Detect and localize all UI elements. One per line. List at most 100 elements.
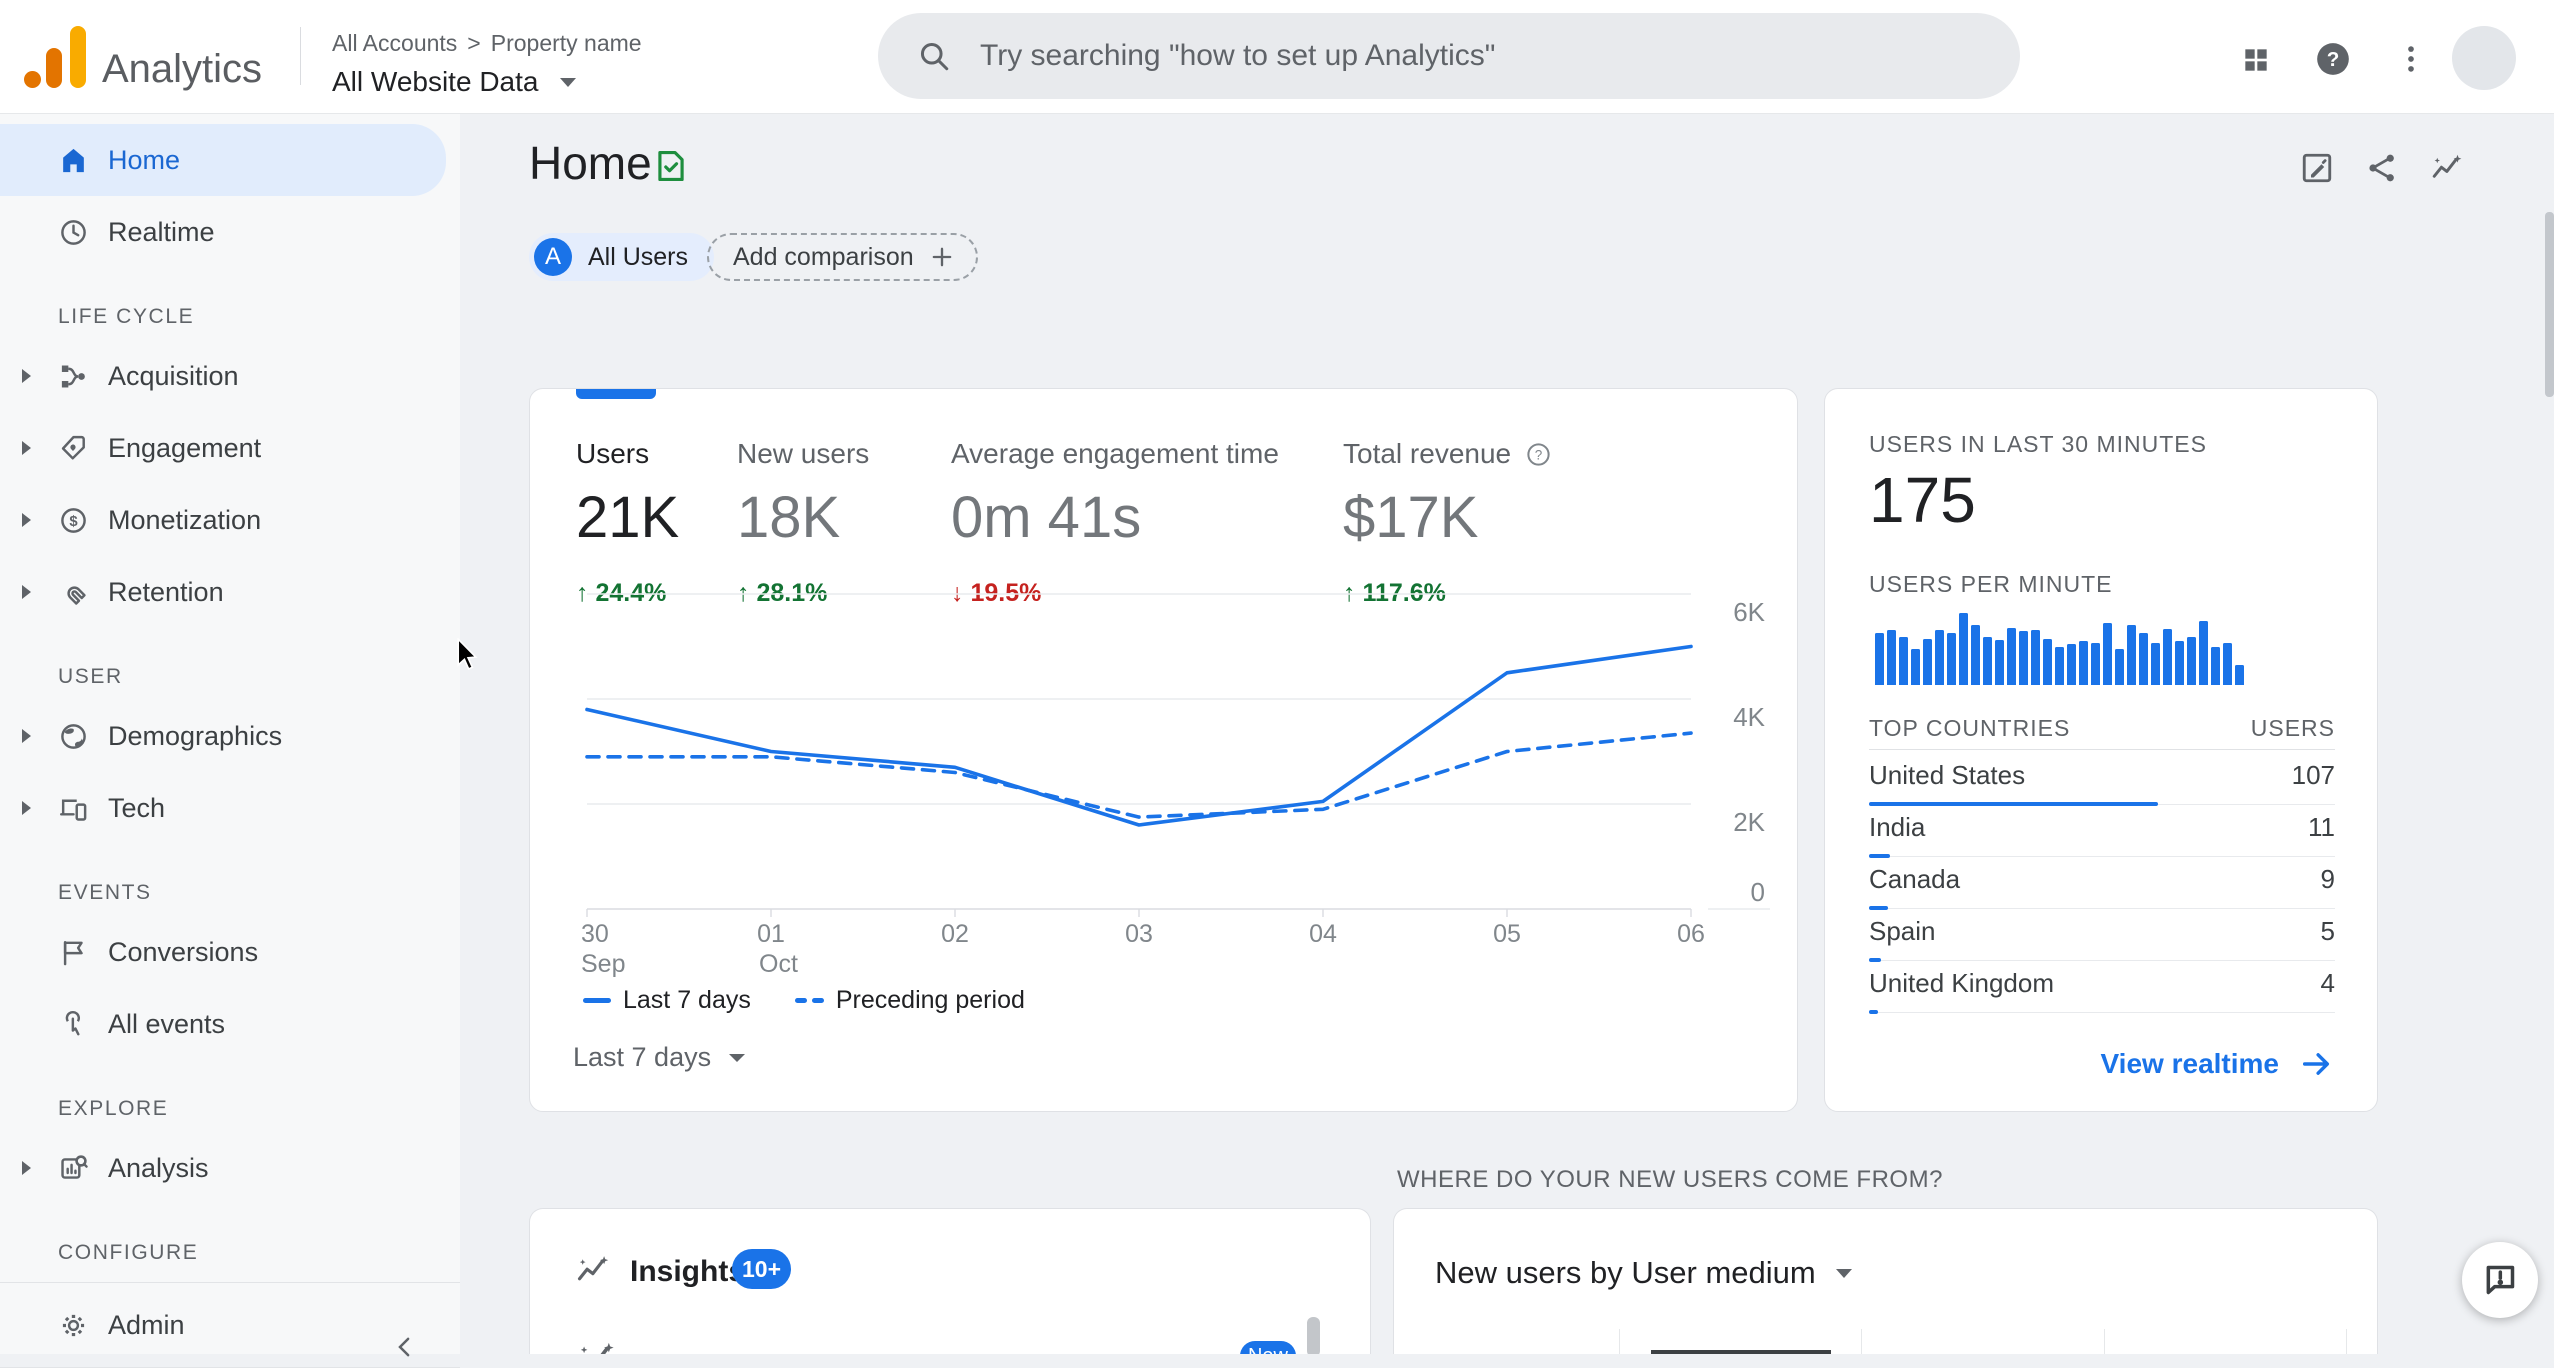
monetization-icon: $ [58,505,89,536]
metric-tab-total-revenue[interactable]: Total revenue? $17K ↑ 117.6% [1343,438,1552,608]
per-minute-bar [2163,629,2172,685]
page-scrollbar[interactable] [2545,212,2554,397]
customize-report-icon[interactable] [2299,150,2335,186]
metric-tab-new-users[interactable]: New users 18K ↑ 28.1% [737,438,869,608]
sidebar-item-retention[interactable]: Retention [0,556,460,628]
svg-text:?: ? [1535,447,1543,462]
per-minute-bar [1899,637,1908,685]
metric-value: 0m 41s [951,485,1142,550]
realtime-users-count: 175 [1869,464,1976,536]
sidebar-item-home[interactable]: Home [0,124,446,196]
country-bar [1869,1010,1879,1014]
per-minute-bar [1911,649,1920,685]
per-minute-bar [2211,647,2220,685]
legend-item-last-7-days: Last 7 days [583,986,751,1015]
sidebar-section-explore: EXPLORE [58,1097,169,1120]
insights-scrollbar[interactable] [1307,1317,1320,1354]
legend-dashed-line [794,998,807,1003]
country-row-canada: Canada 9 [1869,857,2335,910]
time-range-selector[interactable]: Last 7 days [573,1042,746,1073]
insights-card: Insights 10+ New [529,1208,1371,1354]
breadcrumb-separator-icon: > [467,30,481,56]
metric-label: New users [737,438,870,469]
metric-label: Users [576,438,650,469]
legend-dashed-line [811,998,824,1003]
legend-label: Preceding period [835,986,1025,1014]
tech-icon [58,793,89,824]
metric-label: Total revenue? [1343,438,1552,470]
metric-tab-average-engagement-time[interactable]: Average engagement time 0m 41s ↓ 19.5% [951,438,1279,608]
arrow-right-icon [2299,1047,2333,1081]
sidebar-item-label: All events [108,1008,226,1039]
country-row-india: India 11 [1869,805,2335,858]
chevron-down-icon [1835,1268,1852,1278]
users-column-header: USERS [2250,715,2335,741]
analytics-logo[interactable] [24,26,88,90]
sidebar-item-label: Retention [108,576,224,607]
sidebar-section-configure: CONFIGURE [58,1241,199,1264]
sidebar-item-monetization[interactable]: $ Monetization [0,484,460,556]
search-icon [916,38,952,74]
segment-chip-all-users[interactable]: A All Users [529,233,715,281]
account-avatar[interactable] [2452,26,2516,90]
sidebar-item-all-events[interactable]: All events [0,988,460,1060]
more-options-icon[interactable] [2394,42,2428,76]
country-bar-track [1869,1012,2335,1013]
time-range-label: Last 7 days [573,1042,712,1072]
metric-tab-users[interactable]: Users 21K ↑ 24.4% [576,438,679,608]
segment-avatar: A [534,238,572,276]
chart-gridline [1861,1329,1862,1354]
per-minute-bar [2199,621,2208,685]
per-minute-bar [2115,649,2124,685]
sidebar-item-realtime[interactable]: Realtime [0,196,460,268]
share-icon[interactable] [2364,150,2400,186]
apps-grid-icon[interactable] [2240,44,2272,76]
svg-text:4K: 4K [1733,702,1765,732]
sidebar-item-analysis[interactable]: Analysis [0,1132,460,1204]
new-users-dimension-selector[interactable]: New users by User medium [1435,1255,1852,1291]
per-minute-bar [1923,639,1932,685]
feedback-chat-button[interactable] [2462,1242,2538,1318]
sidebar-item-label: Monetization [108,504,262,535]
all-events-icon [58,1009,89,1040]
chevron-right-icon [22,801,31,815]
sidebar-item-engagement[interactable]: Engagement [0,412,460,484]
sidebar: Home Realtime LIFE CYCLE Acquisition Engagem… [0,114,460,1368]
header-divider [300,27,301,85]
breadcrumb-account[interactable]: All Accounts [332,30,457,56]
add-comparison-label: Add comparison [733,242,914,271]
property-selector[interactable]: All Website Data [332,66,577,98]
collapse-sidebar-icon[interactable] [390,1332,420,1362]
sidebar-item-label: Analysis [108,1152,209,1183]
help-icon[interactable]: ? [2314,40,2352,78]
sidebar-item-label: Admin [108,1309,185,1340]
search-bar[interactable]: Try searching "how to set up Analytics" [878,13,2020,99]
search-placeholder: Try searching "how to set up Analytics" [980,39,1496,72]
realtime-card: USERS IN LAST 30 MINUTES 175 USERS PER M… [1824,388,2378,1112]
sidebar-item-demographics[interactable]: Demographics [0,700,460,772]
country-row-spain: Spain 5 [1869,909,2335,962]
conversions-icon [58,937,89,968]
add-comparison-button[interactable]: Add comparison [707,233,978,281]
report-verified-icon[interactable] [652,147,690,185]
per-minute-bar [2187,637,2196,685]
insights-count-badge[interactable]: 10+ [732,1249,792,1289]
question-circle-icon[interactable]: ? [1525,441,1552,468]
chevron-right-icon [22,585,31,599]
legend-label: Last 7 days [623,986,751,1014]
insights-shortcut-icon[interactable] [2429,150,2465,186]
chart-gridline [2346,1329,2347,1354]
sidebar-item-tech[interactable]: Tech [0,772,460,844]
per-minute-bar [1887,630,1896,685]
metric-value: 18K [737,485,841,550]
view-realtime-link[interactable]: View realtime [2101,1047,2333,1081]
sidebar-item-conversions[interactable]: Conversions [0,916,460,988]
breadcrumb-property[interactable]: Property name [491,30,642,56]
selected-metric-indicator [576,389,656,399]
sidebar-item-acquisition[interactable]: Acquisition [0,340,460,412]
medium-bar-partial [1651,1350,1831,1354]
chart-legend: Last 7 days Preceding period [583,986,1069,1015]
country-name: Spain [1869,916,1936,946]
per-minute-bar [1935,630,1944,685]
per-minute-bar [1995,640,2004,685]
